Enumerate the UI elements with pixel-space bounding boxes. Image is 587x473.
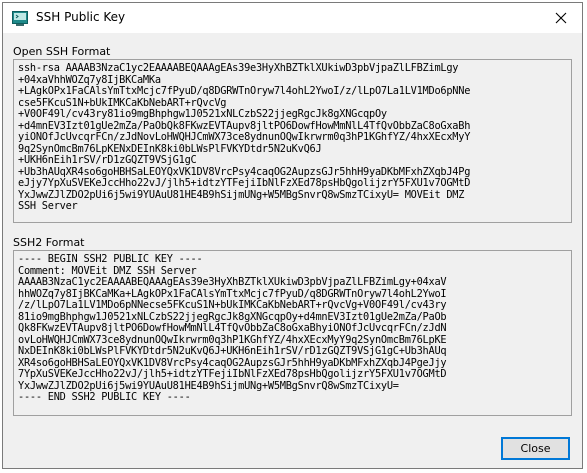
ssh2-key-text: ---- BEGIN SSH2 PUBLIC KEY ---- Comment:… — [18, 253, 447, 403]
open-ssh-key-textbox[interactable]: ssh-rsa AAAAB3NzaC1yc2EAAAABEQAAAgEAs39e… — [13, 59, 572, 223]
terminal-icon — [12, 10, 28, 26]
title-bar: SSH Public Key — [3, 3, 582, 33]
close-icon[interactable] — [544, 4, 578, 32]
open-ssh-format-label: Open SSH Format — [13, 45, 111, 58]
ssh2-key-textbox[interactable]: ---- BEGIN SSH2 PUBLIC KEY ---- Comment:… — [13, 250, 572, 416]
open-ssh-key-text: ssh-rsa AAAAB3NzaC1yc2EAAAABEQAAAgEAs39e… — [18, 62, 471, 212]
window-title: SSH Public Key — [36, 10, 126, 24]
close-button[interactable]: Close — [501, 437, 570, 460]
ssh2-format-label: SSH2 Format — [13, 236, 85, 249]
ssh-public-key-dialog: SSH Public Key Open SSH Format ssh-rsa A… — [2, 2, 583, 469]
